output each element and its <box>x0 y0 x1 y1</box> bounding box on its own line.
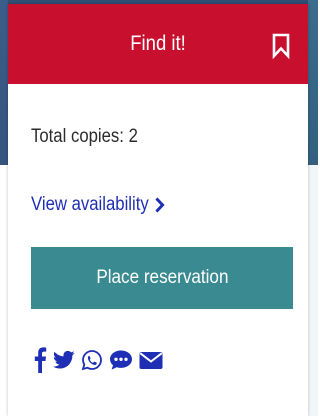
sms-icon[interactable] <box>109 345 133 375</box>
page-backdrop-left-banner <box>0 0 8 165</box>
place-reservation-label: Place reservation <box>95 267 229 288</box>
total-copies-text: Total copies: 2 <box>31 126 138 147</box>
panel-header: Find it! <box>8 4 308 84</box>
find-it-panel: Find it! Total copies: 2 View availabili… <box>8 4 308 416</box>
page-backdrop-right-banner <box>308 0 318 165</box>
bookmark-icon[interactable] <box>271 32 291 60</box>
email-icon[interactable] <box>139 345 163 375</box>
twitter-icon[interactable] <box>53 345 75 375</box>
chevron-right-icon <box>155 197 165 213</box>
view-availability-label: View availability <box>31 194 149 215</box>
panel-title: Find it! <box>130 32 186 55</box>
whatsapp-icon[interactable] <box>81 345 103 375</box>
view-availability-link[interactable]: View availability <box>31 194 165 216</box>
facebook-icon[interactable] <box>33 345 47 375</box>
place-reservation-button[interactable]: Place reservation <box>31 247 293 309</box>
share-bar <box>33 344 163 376</box>
